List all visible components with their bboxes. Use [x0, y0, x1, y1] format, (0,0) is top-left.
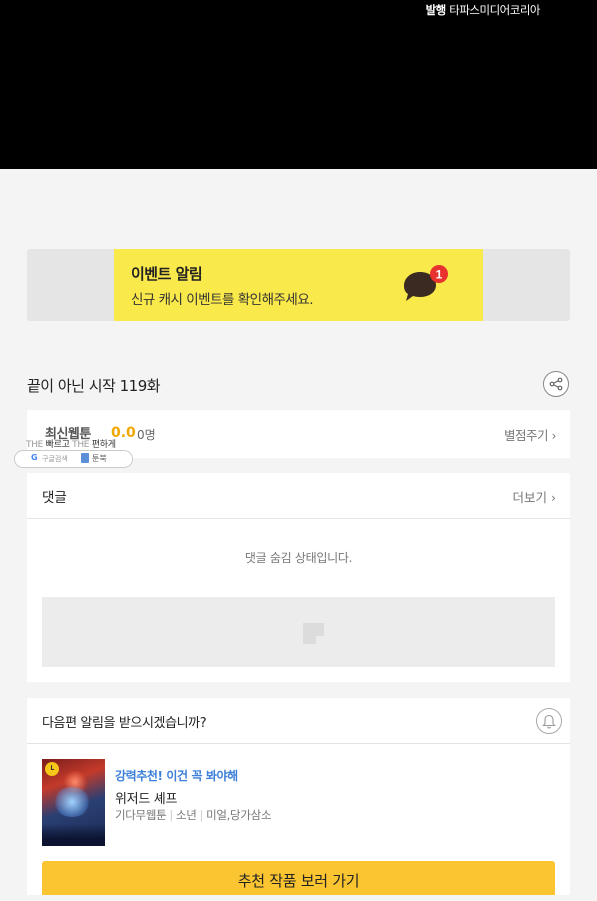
comment-hidden-message: 댓글 숨김 상태입니다. [244, 551, 353, 565]
publisher-label: 발행 [425, 3, 447, 17]
toonbook-label[interactable]: 툰북 [92, 453, 107, 464]
meta-divider: | [199, 808, 204, 822]
recommend-meta-category: 기다무웹툰 [115, 808, 167, 822]
ad-placeholder[interactable] [42, 597, 555, 667]
event-badge-count: 1 [436, 268, 443, 282]
clock-icon [45, 762, 59, 776]
publisher-credit: 발행 타파스미디어코리아 [425, 2, 541, 18]
comment-more-button[interactable]: 더보기 › [513, 487, 557, 506]
event-title: 이벤트 알림 [131, 265, 203, 283]
episode-title: 끝이 아닌 시작 119화 [27, 377, 161, 395]
chat-bubble-icon: 1 [404, 265, 448, 301]
toonbook-icon [81, 453, 89, 463]
share-button[interactable] [543, 371, 569, 397]
rate-button[interactable]: 별점주기 › [504, 425, 556, 444]
rating-count: 0명 [137, 428, 156, 442]
recommend-tag: 강력추천! 이건 꼭 봐야해 [115, 769, 238, 783]
extension-pill[interactable]: G 구글검색 툰북 [14, 450, 133, 468]
rate-button-label: 별점주기 [504, 428, 549, 443]
recommend-title[interactable]: 위저드 셰프 [115, 788, 177, 807]
recommended-webtoon-thumbnail[interactable] [42, 759, 105, 846]
episode-cover-image: 발행 타파스미디어코리아 [0, 0, 597, 169]
extension-word-2: 편하게 [91, 440, 116, 450]
extension-slogan: THE 빠르고 THE 편하게 [26, 437, 116, 450]
comment-section: 댓글 더보기 › 댓글 숨김 상태입니다. [27, 473, 570, 682]
notify-section: 다음편 알림을 받으시겠습니까? 강력추천! 이건 꼭 봐야해 위저드 셰프 기… [27, 698, 570, 895]
extension-word-1: 빠르고 [45, 440, 70, 450]
notify-question: 다음편 알림을 받으시겠습니까? [42, 716, 207, 731]
comment-header: 댓글 더보기 › [27, 473, 570, 519]
chevron-right-icon: › [551, 428, 557, 443]
notify-toggle-button[interactable] [536, 708, 562, 734]
recommend-go-button[interactable]: 추천 작품 보러 가기 [42, 861, 555, 895]
comment-more-label: 더보기 [512, 490, 548, 505]
event-banner[interactable]: 이벤트 알림 신규 캐시 이벤트를 확인해주세요. 1 [114, 249, 483, 321]
event-banner-area: 이벤트 알림 신규 캐시 이벤트를 확인해주세요. 1 [27, 249, 570, 321]
recommend-meta-genre: 소년 [175, 808, 197, 822]
notify-header: 다음편 알림을 받으시겠습니까? [27, 698, 570, 744]
recommend-meta: 기다무웹툰 | 소년 | 미얼,당가삼소 [115, 807, 271, 823]
recommend-meta-author: 미얼,당가삼소 [206, 808, 272, 822]
comment-title: 댓글 [42, 490, 67, 506]
meta-divider: | [169, 808, 173, 822]
thumbnail-art-glow [52, 787, 92, 817]
event-subtitle: 신규 캐시 이벤트를 확인해주세요. [131, 292, 314, 308]
google-search-label[interactable]: 구글검색 [42, 454, 68, 464]
browser-extension-overlay[interactable]: THE 빠르고 THE 편하게 G 구글검색 툰북 [14, 434, 133, 468]
bell-icon [542, 714, 556, 729]
google-icon: G [31, 453, 38, 462]
share-icon [549, 377, 563, 391]
thumbnail-art-band [42, 824, 105, 846]
extension-the-2: THE [72, 440, 90, 450]
chevron-right-icon: › [551, 490, 556, 505]
extension-the-1: THE [26, 440, 44, 450]
publisher-name: 타파스미디어코리아 [449, 3, 540, 17]
image-placeholder-icon [303, 623, 324, 644]
